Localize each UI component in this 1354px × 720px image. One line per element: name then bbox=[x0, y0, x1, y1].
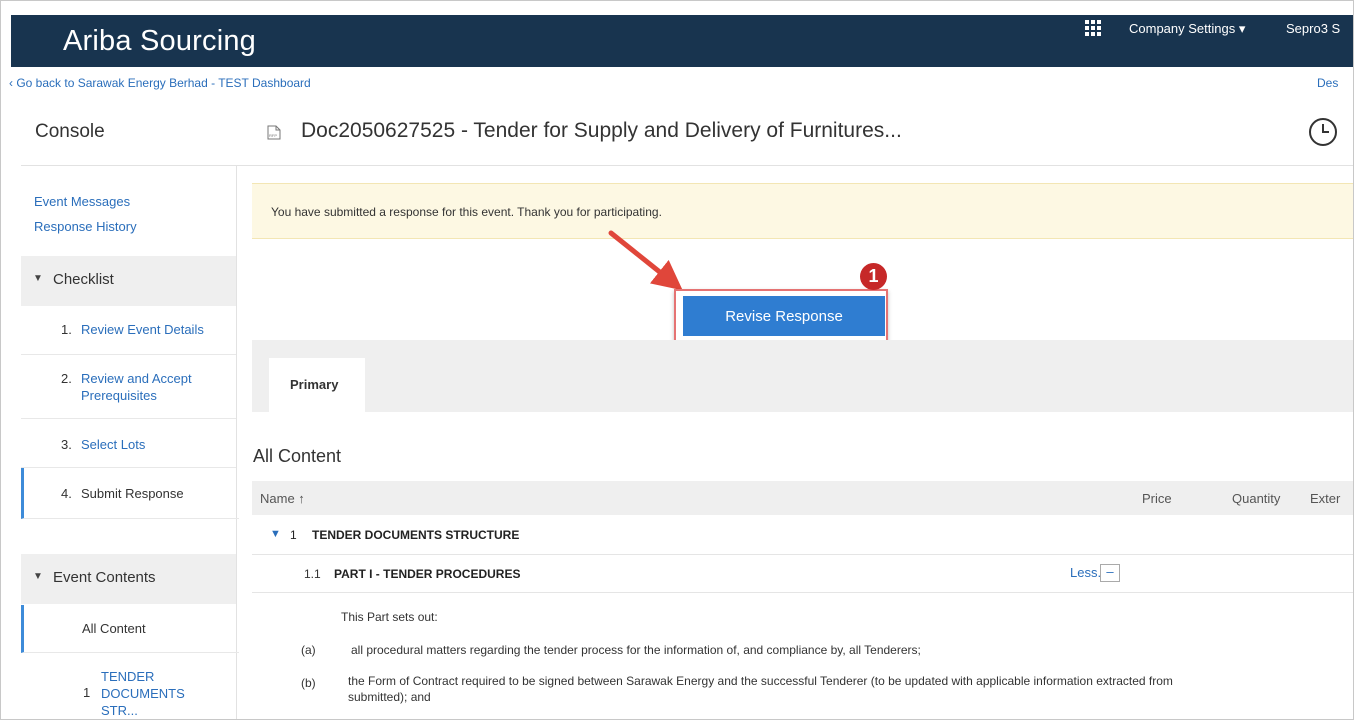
expand-caret-icon[interactable]: ▼ bbox=[270, 528, 281, 540]
banner-text: You have submitted a response for this e… bbox=[271, 205, 662, 219]
step-number-badge: 1 bbox=[860, 263, 887, 290]
column-header-price[interactable]: Price bbox=[1142, 491, 1172, 506]
checklist-number: 1. bbox=[61, 322, 72, 337]
checklist-item-submit-response[interactable]: 4. Submit Response bbox=[21, 468, 239, 519]
caret-down-icon: ▼ bbox=[33, 571, 43, 582]
row-number: 1 bbox=[290, 528, 297, 542]
checklist-label: Submit Response bbox=[81, 486, 184, 501]
checklist-label: Review Event Details bbox=[81, 322, 204, 337]
list-marker: (a) bbox=[301, 643, 316, 657]
event-contents-label: All Content bbox=[82, 621, 146, 636]
tab-label: Primary bbox=[290, 377, 339, 392]
checklist-item-review-event-details[interactable]: 1. Review Event Details bbox=[21, 306, 236, 355]
event-contents-label: Event Contents bbox=[53, 569, 156, 586]
desktop-file-sync-link[interactable]: Des bbox=[1317, 76, 1338, 90]
row-title: TENDER DOCUMENTS STRUCTURE bbox=[312, 528, 520, 542]
list-marker: (b) bbox=[301, 676, 316, 690]
apps-grid-icon[interactable] bbox=[1085, 20, 1103, 38]
revise-response-button[interactable]: Revise Response bbox=[683, 296, 885, 336]
annotation-arrow-icon bbox=[608, 230, 683, 291]
back-to-dashboard-link[interactable]: ‹ Go back to Sarawak Energy Berhad - TES… bbox=[9, 76, 311, 90]
row-title: PART I - TENDER PROCEDURES bbox=[334, 567, 521, 581]
tab-primary[interactable]: Primary bbox=[269, 358, 365, 413]
event-contents-number: 1 bbox=[83, 685, 91, 700]
event-contents-header[interactable]: ▼ Event Contents bbox=[21, 554, 236, 604]
user-menu[interactable]: Sepro3 S bbox=[1286, 21, 1340, 36]
section-title: All Content bbox=[253, 446, 342, 466]
sidebar: Event Messages Response History ▼ Checkl… bbox=[21, 166, 239, 719]
column-header-name[interactable]: Name ↑ bbox=[260, 491, 305, 506]
caret-down-icon: ▼ bbox=[33, 273, 43, 284]
checklist-label: Checklist bbox=[53, 271, 114, 288]
table-row[interactable]: 1.1 PART I - TENDER PROCEDURES Less... – bbox=[252, 554, 1353, 593]
submitted-banner: You have submitted a response for this e… bbox=[252, 183, 1353, 239]
top-bar: Ariba Sourcing Company Settings ▾ Sepro3… bbox=[11, 15, 1353, 67]
table-header: Name ↑ Price Quantity Exter bbox=[252, 481, 1353, 515]
column-header-extended[interactable]: Exter bbox=[1310, 491, 1340, 506]
list-item-continuation: submitted); and bbox=[348, 690, 431, 704]
list-item-text: the Form of Contract required to be sign… bbox=[348, 674, 1173, 688]
checklist-number: 2. bbox=[61, 371, 72, 386]
part-intro-text: This Part sets out: bbox=[341, 610, 438, 624]
console-title: Console bbox=[35, 121, 105, 142]
event-contents-all-content[interactable]: All Content bbox=[21, 605, 239, 653]
checklist-header[interactable]: ▼ Checklist bbox=[21, 256, 236, 306]
svg-text:RFP: RFP bbox=[269, 133, 277, 138]
checklist-label: Review and Accept Prerequisites bbox=[81, 371, 192, 403]
collapse-icon[interactable]: – bbox=[1100, 564, 1120, 582]
column-header-quantity[interactable]: Quantity bbox=[1232, 491, 1280, 506]
rfp-document-icon: RFP bbox=[267, 125, 281, 140]
checklist-item-select-lots[interactable]: 3. Select Lots bbox=[21, 419, 236, 468]
checklist-label: Select Lots bbox=[81, 437, 146, 452]
list-item-text: all procedural matters regarding the ten… bbox=[351, 643, 921, 657]
table-row[interactable]: ▼ 1 TENDER DOCUMENTS STRUCTURE bbox=[252, 516, 1353, 555]
checklist-item-review-prerequisites[interactable]: 2. Review and Accept Prerequisites bbox=[21, 355, 236, 419]
clock-icon[interactable] bbox=[1308, 117, 1338, 147]
app-title: Ariba Sourcing bbox=[63, 25, 257, 57]
row-number: 1.1 bbox=[304, 567, 321, 581]
event-contents-tender-documents[interactable]: 1 TENDER DOCUMENTS STR... bbox=[21, 653, 236, 718]
event-messages-link[interactable]: Event Messages bbox=[34, 194, 130, 209]
checklist-number: 4. bbox=[61, 486, 72, 501]
company-settings-menu[interactable]: Company Settings ▾ bbox=[1129, 21, 1245, 37]
event-contents-label: TENDER DOCUMENTS STR... bbox=[101, 669, 185, 718]
response-history-link[interactable]: Response History bbox=[34, 219, 137, 234]
browser-frame: Ariba Sourcing Company Settings ▾ Sepro3… bbox=[0, 0, 1354, 720]
checklist-number: 3. bbox=[61, 437, 72, 452]
tab-bar: Primary bbox=[252, 340, 1353, 413]
event-title: Doc2050627525 - Tender for Supply and De… bbox=[301, 119, 902, 142]
